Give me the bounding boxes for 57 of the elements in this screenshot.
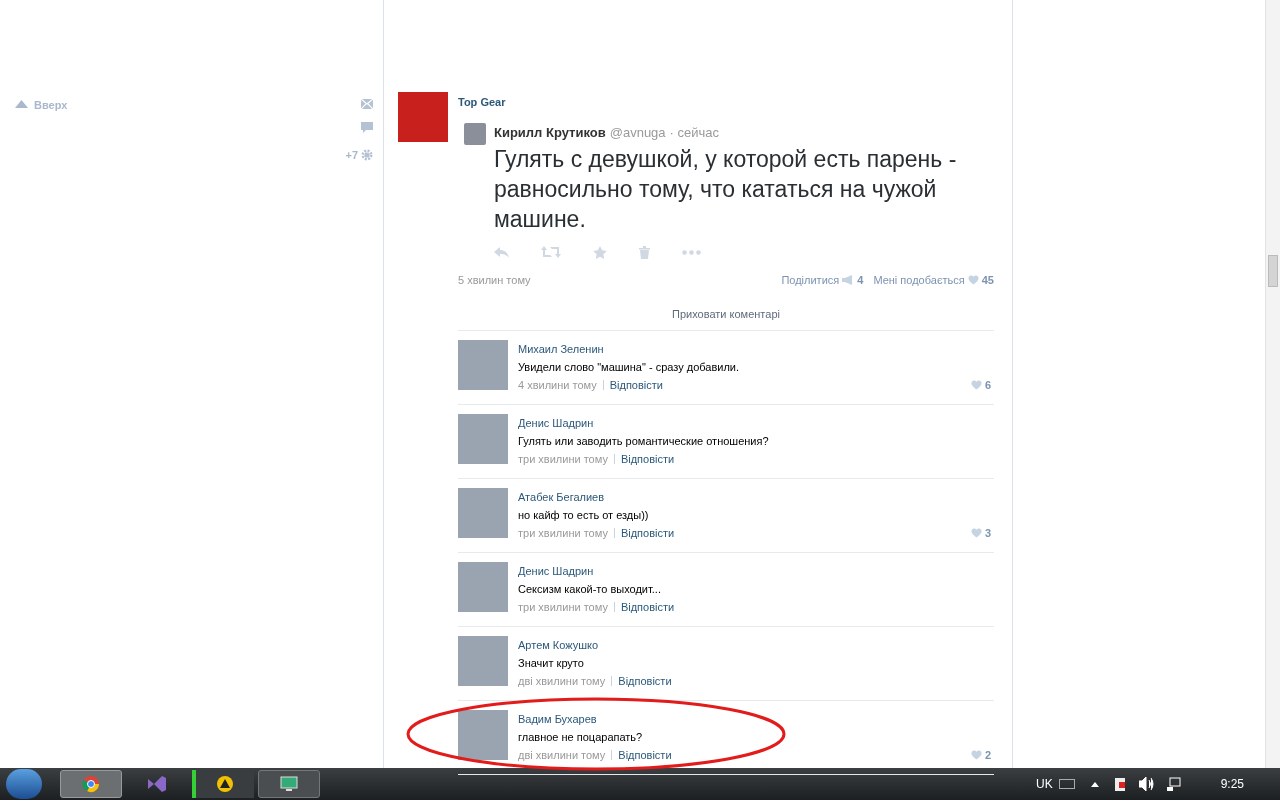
avatar-placeholder [398, 92, 448, 142]
reply-link[interactable]: Відповісти [620, 597, 675, 616]
avatar-placeholder [458, 487, 508, 538]
speaker-icon[interactable] [1138, 777, 1155, 791]
monitor-taskbar-button[interactable] [258, 770, 320, 798]
comment-text: Сексизм какой-то выходит... [518, 581, 662, 597]
reply-link[interactable]: Відповісти [618, 671, 672, 690]
comment-text: но кайф то есть от езды)) [518, 507, 650, 523]
scrollbar[interactable] [1265, 0, 1280, 768]
avatar-placeholder [458, 413, 508, 464]
player-taskbar-button[interactable] [192, 770, 254, 798]
network-icon[interactable] [1166, 777, 1181, 791]
chat-icon[interactable] [361, 122, 373, 134]
comment-author[interactable]: Артем Кожушко [518, 635, 599, 654]
clock[interactable]: 9:25 [1220, 775, 1244, 793]
avatar-placeholder [458, 339, 508, 390]
comment-text: Гулять или заводить романтические отношения? [518, 433, 770, 449]
reply-link[interactable]: Відповісти [609, 375, 663, 394]
comment-text: Увидели слово "машина" - сразу добавили. [518, 359, 741, 375]
ribbon-icon [148, 776, 166, 792]
monitor-icon [280, 776, 298, 792]
tweet-avatar-placeholder [464, 122, 486, 145]
heart-icon [967, 275, 979, 285]
settings-icon[interactable] [361, 149, 373, 162]
reply-link[interactable]: Відповісти [620, 523, 675, 542]
comment-author[interactable]: Атабек Бегалиев [518, 487, 605, 506]
reply-link[interactable]: Відповісти [620, 449, 675, 468]
notification-count: +7 [345, 148, 358, 163]
comment-author[interactable]: Денис Шадрин [518, 561, 594, 580]
tray-expand-icon[interactable] [1090, 781, 1099, 787]
tweet-author[interactable]: Кирилл Крутиков [494, 122, 606, 142]
avatar-placeholder [458, 635, 508, 686]
comment-text: главное не поцарапать? [518, 729, 644, 745]
megaphone-icon [842, 275, 855, 285]
avatar-placeholder [458, 561, 508, 612]
start-button[interactable] [6, 769, 42, 799]
avatar-placeholder [458, 709, 508, 760]
star-icon[interactable] [593, 245, 607, 259]
comment-text: Значит круто [518, 655, 585, 671]
heart-icon [970, 379, 982, 390]
reply-link[interactable]: Відповісти [618, 745, 672, 764]
scrollbar-thumb[interactable] [1268, 255, 1278, 287]
post-author[interactable]: Top Gear [458, 94, 994, 111]
heart-icon [970, 527, 982, 538]
tweet-time: · сейчас [669, 123, 719, 142]
comment-author[interactable]: Денис Шадрин [518, 413, 594, 432]
hide-comments-link[interactable]: Приховати коментарі [672, 306, 780, 323]
comment-author[interactable]: Михаил Зеленин [518, 339, 604, 358]
browser-icon [82, 775, 100, 793]
up-arrow-icon [15, 100, 28, 108]
language-indicator[interactable]: UK [1035, 775, 1053, 793]
browser-taskbar-button[interactable] [60, 770, 122, 798]
keyboard-icon[interactable] [1058, 779, 1075, 789]
comment-author[interactable]: Вадим Бухарев [518, 709, 597, 728]
mail-icon[interactable] [361, 99, 373, 109]
heart-icon [970, 749, 982, 760]
tweet-text: Гулять с девушкой, у которой есть парень - равносильно тому, что кататься на чужой машине. [494, 145, 958, 234]
